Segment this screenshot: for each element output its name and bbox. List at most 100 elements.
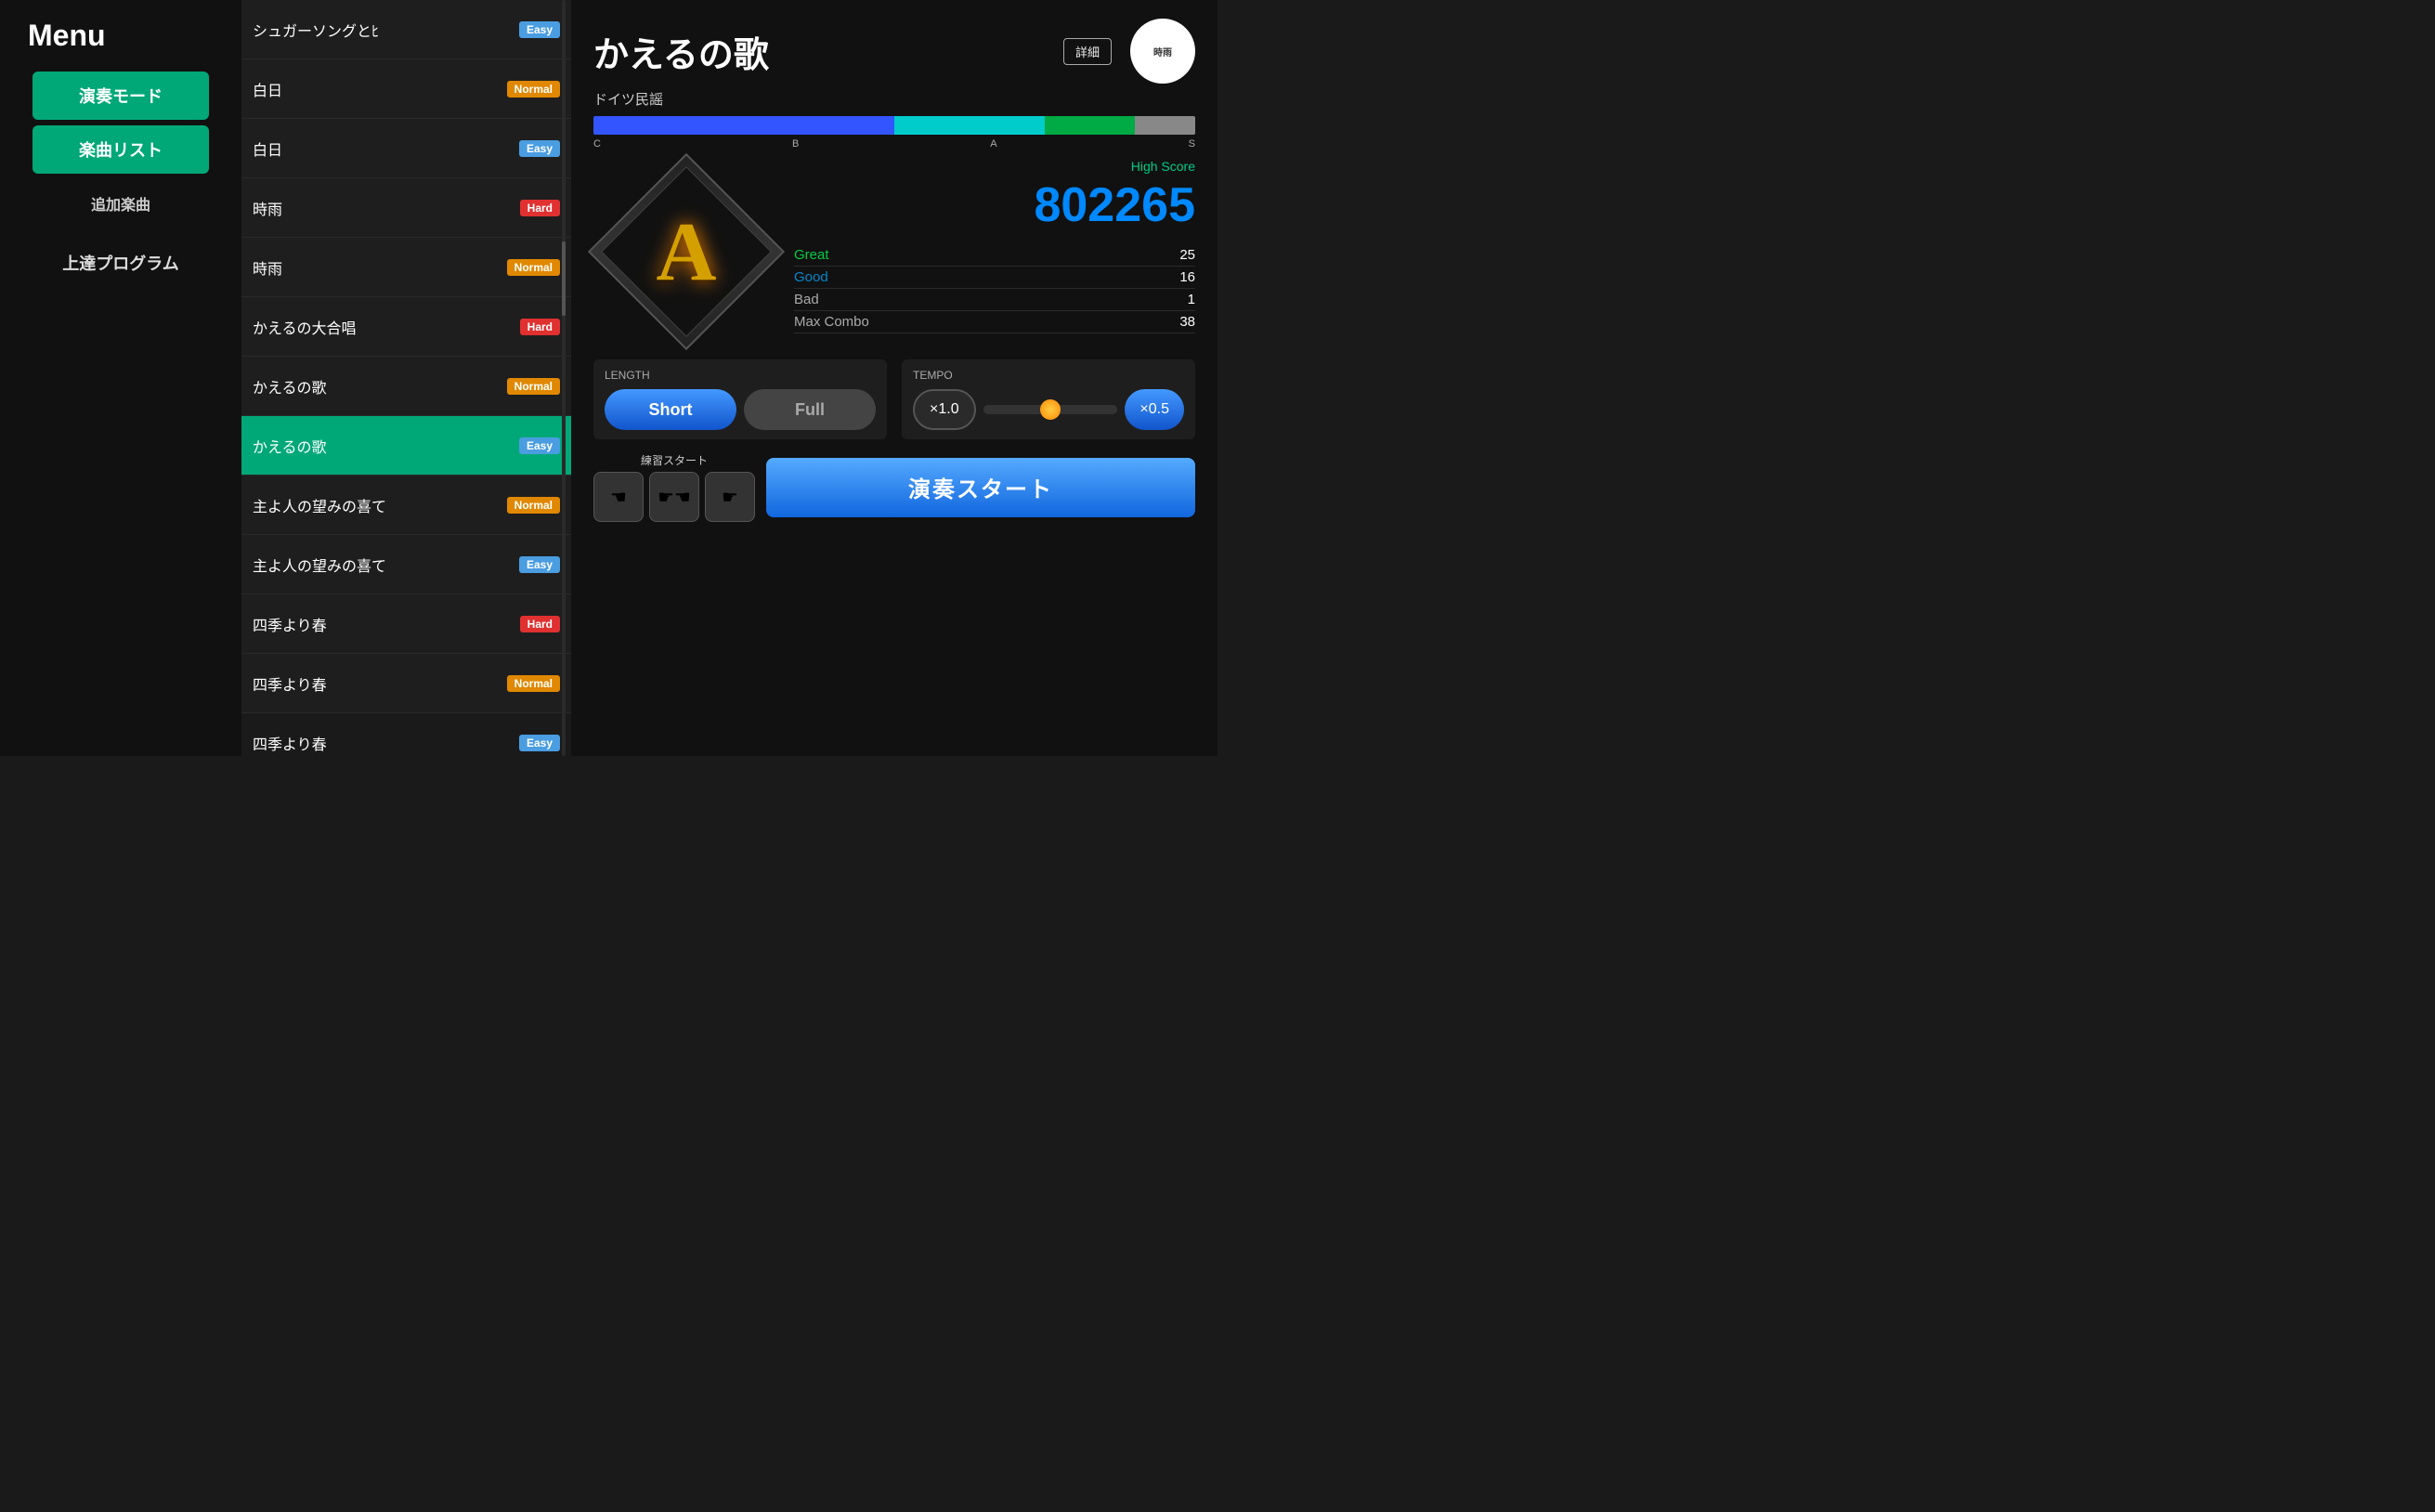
score-row-great: Great 25 [794,244,1195,267]
start-performance-button[interactable]: 演奏スタート [766,458,1195,517]
tempo-controls: ×1.0 ×0.5 [913,389,1184,430]
difficulty-badge: Hard [520,200,560,216]
left-panel: Menu 演奏モード 楽曲リスト 追加楽曲 上達プログラム [0,0,241,756]
grade-a: A [990,138,996,150]
artist-badge-label: 時雨 [1153,45,1172,59]
action-row: 練習スタート ☚ ☛☚ ☛ 演奏スタート [593,452,1195,522]
both-hands-icon: ☛☚ [658,486,691,509]
nav-additional-songs[interactable]: 追加楽曲 [33,179,209,228]
tempo-slider[interactable] [983,405,1118,414]
score-area: A High Score 802265 Great 25 Good 16 Bad… [593,159,1195,345]
value-combo: 38 [1179,314,1195,330]
difficulty-badge: Easy [519,140,560,157]
tempo-label: TEMPO [913,369,1184,382]
practice-right-hand[interactable]: ☛ [705,472,755,522]
tempo-x05-button[interactable]: ×0.5 [1125,389,1184,430]
value-bad: 1 [1188,292,1195,307]
song-list-panel: シュガーソングとﾋ Easy 白日 Normal 白日 Easy 時雨 Hard… [241,0,571,756]
value-good: 16 [1179,269,1195,285]
score-bar-fill [593,116,1195,135]
song-name: 四季より春 [253,613,513,635]
song-name: かえるの歌 [253,435,512,457]
difficulty-badge: Easy [519,556,560,573]
difficulty-badge: Easy [519,437,560,454]
score-bar-labels: C B A S [593,138,1195,150]
value-great: 25 [1179,247,1195,263]
length-buttons: Short Full [605,389,876,430]
song-name: かえるの大合唱 [253,316,513,338]
nav-progress-program[interactable]: 上達プログラム [33,239,209,287]
practice-btns: ☚ ☛☚ ☛ [593,472,755,522]
song-artist: ドイツ民謡 [593,89,1195,109]
practice-left-hand[interactable]: ☚ [593,472,644,522]
song-name: シュガーソングとﾋ [253,19,512,41]
tempo-group: TEMPO ×1.0 ×0.5 [902,359,1195,439]
tempo-slider-thumb [1040,399,1061,420]
difficulty-badge: Hard [520,616,560,632]
scroll-thumb [562,241,566,316]
score-bar [593,116,1195,135]
right-hand-icon: ☛ [722,486,738,509]
grade-c: C [593,138,601,150]
song-item-shigure1[interactable]: 時雨 Hard [241,178,571,238]
settings-section: LENGTH Short Full TEMPO ×1.0 ×0.5 [593,359,1195,439]
song-item-kaeru-dai[interactable]: かえるの大合唱 Hard [241,297,571,357]
song-name: かえるの歌 [253,375,500,398]
score-row-bad: Bad 1 [794,289,1195,311]
length-full-button[interactable]: Full [744,389,876,430]
grade-b: B [792,138,799,150]
song-item-nozomi2[interactable]: 主よ人の望みの喜て Easy [241,535,571,594]
difficulty-badge: Normal [507,81,560,98]
song-item-kaeru-normal[interactable]: かえるの歌 Normal [241,357,571,416]
grade-s: S [1189,138,1195,150]
label-great: Great [794,247,829,263]
score-row-good: Good 16 [794,267,1195,289]
song-title: かえるの歌 [593,26,769,77]
difficulty-badge: Normal [507,675,560,692]
label-combo: Max Combo [794,314,869,330]
nav-performance-mode[interactable]: 演奏モード [33,72,209,120]
song-item-hakujitsu2[interactable]: 白日 Easy [241,119,571,178]
length-group: LENGTH Short Full [593,359,887,439]
song-name: 時雨 [253,197,513,219]
song-name: 白日 [253,137,512,160]
length-label: LENGTH [605,369,876,382]
difficulty-badge: Normal [507,259,560,276]
difficulty-badge: Hard [520,319,560,335]
artist-badge: 時雨 [1130,19,1195,84]
main-panel: かえるの歌 詳細 時雨 ドイツ民謡 C B A S A High Score 8… [571,0,1218,756]
song-name: 主よ人の望みの喜て [253,554,512,576]
song-item-hakujitsu1[interactable]: 白日 Normal [241,59,571,119]
detail-button[interactable]: 詳細 [1063,38,1112,65]
song-title-row: かえるの歌 詳細 時雨 [593,19,1195,84]
practice-label: 練習スタート [641,452,708,468]
grade-letter: A [657,204,717,300]
score-row-combo: Max Combo 38 [794,311,1195,333]
song-item-kaeru-easy[interactable]: かえるの歌 Easy [241,416,571,476]
song-item-shigure2[interactable]: 時雨 Normal [241,238,571,297]
length-short-button[interactable]: Short [605,389,736,430]
song-item-shiki3[interactable]: 四季より春 Easy [241,713,571,756]
practice-both-hands[interactable]: ☛☚ [649,472,699,522]
song-item-shiki1[interactable]: 四季より春 Hard [241,594,571,654]
song-name: 四季より春 [253,732,512,754]
song-name: 時雨 [253,256,500,279]
practice-section: 練習スタート ☚ ☛☚ ☛ [593,452,755,522]
difficulty-badge: Normal [507,497,560,514]
score-details: High Score 802265 Great 25 Good 16 Bad 1… [779,159,1195,333]
song-name: 白日 [253,78,500,100]
song-item-nozomi1[interactable]: 主よ人の望みの喜て Normal [241,476,571,535]
nav-song-list[interactable]: 楽曲リスト [33,125,209,174]
score-table: Great 25 Good 16 Bad 1 Max Combo 38 [794,244,1195,333]
tempo-x1-button[interactable]: ×1.0 [913,389,976,430]
difficulty-badge: Easy [519,21,560,38]
song-item-sugar[interactable]: シュガーソングとﾋ Easy [241,0,571,59]
high-score-value: 802265 [794,177,1195,233]
difficulty-badge: Normal [507,378,560,395]
song-item-shiki2[interactable]: 四季より春 Normal [241,654,571,713]
high-score-label: High Score [794,159,1195,174]
label-bad: Bad [794,292,819,307]
grade-diamond: A [593,159,779,345]
song-name: 四季より春 [253,672,500,695]
song-name: 主よ人の望みの喜て [253,494,500,516]
